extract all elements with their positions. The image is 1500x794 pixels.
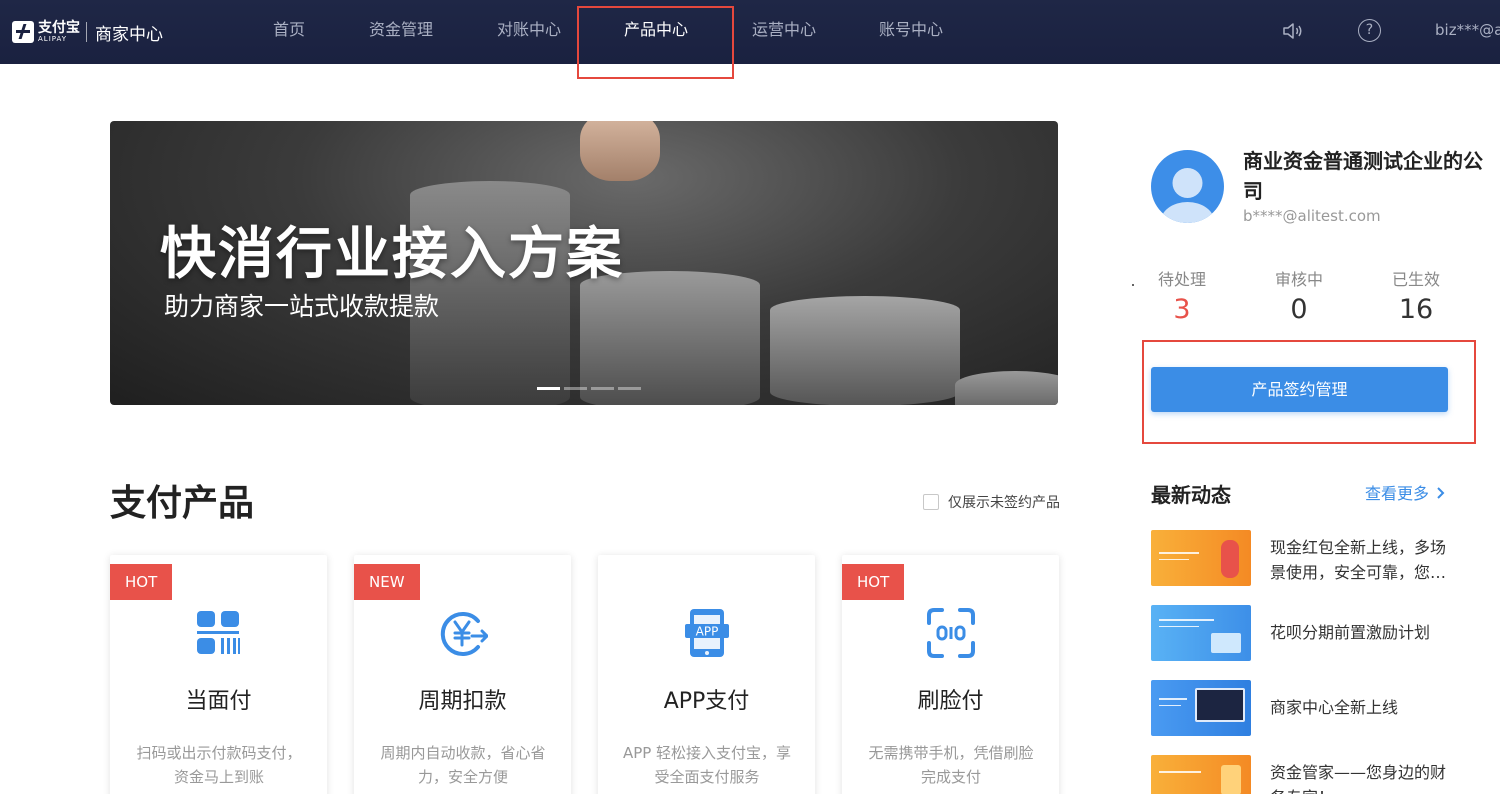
logo[interactable]: 支付宝 ALIPAY 商家中心 <box>12 18 163 46</box>
stat-value-pending[interactable]: 3 <box>1142 294 1222 325</box>
stat-value-reviewing[interactable]: 0 <box>1259 294 1339 325</box>
banner-subtitle: 助力商家一站式收款提款 <box>164 292 440 321</box>
company-name: 商业资金普通测试企业的公司 <box>1243 149 1483 203</box>
company-email: b****@alitest.com <box>1243 207 1381 225</box>
hand-image <box>580 121 660 181</box>
section-title: 支付产品 <box>110 483 255 524</box>
svg-text:APP: APP <box>696 625 719 639</box>
carousel-dot[interactable] <box>591 387 614 390</box>
view-more-label: 查看更多 <box>1365 484 1430 503</box>
nav-highlight-box <box>577 6 734 79</box>
carousel-dot[interactable] <box>618 387 641 390</box>
app-phone-icon: APP <box>685 609 729 657</box>
product-name: APP支付 <box>663 689 750 714</box>
news-thumbnail[interactable] <box>1151 755 1251 794</box>
help-icon[interactable]: ? <box>1358 19 1381 42</box>
user-account-menu[interactable]: biz***@a <box>1435 0 1500 64</box>
stat-label-pending: 待处理 <box>1157 270 1206 289</box>
product-contract-management-button[interactable]: 产品签约管理 <box>1151 367 1448 412</box>
top-nav: 支付宝 ALIPAY 商家中心 首页 资金管理 对账中心 产品中心 运营中心 账… <box>0 0 1500 64</box>
nav-item-operations[interactable]: 运营中心 <box>752 0 816 64</box>
app-title: 商家中心 <box>95 24 163 45</box>
unsigned-only-label[interactable]: 仅展示未签约产品 <box>948 492 1060 512</box>
yuan-cycle-icon <box>440 612 488 656</box>
banner-title: 快消行业接入方案 <box>160 222 624 287</box>
logo-text-cn: 支付宝 <box>38 20 80 36</box>
hot-badge: HOT <box>110 564 173 600</box>
product-name: 周期扣款 <box>418 689 507 714</box>
face-scan-icon <box>927 608 975 658</box>
product-desc: 无需携带手机，凭借刷脸完成支付 <box>868 744 1034 786</box>
news-section-title: 最新动态 <box>1151 483 1231 507</box>
news-thumbnail[interactable] <box>1151 680 1251 736</box>
nav-item-reconciliation[interactable]: 对账中心 <box>497 0 561 64</box>
stat-label-active: 已生效 <box>1391 270 1440 289</box>
coin-stack-image <box>770 296 960 405</box>
avatar[interactable] <box>1151 150 1224 223</box>
user-avatar-icon <box>1160 168 1215 223</box>
product-card[interactable]: HOT 刷脸付 无需携带手机，凭借刷脸完成支付 <box>842 555 1059 794</box>
product-card[interactable]: APP APP支付 APP 轻松接入支付宝，享受全面支付服务 <box>598 555 815 794</box>
stat-label-reviewing: 审核中 <box>1274 270 1323 289</box>
nav-item-account[interactable]: 账号中心 <box>879 0 943 64</box>
news-item[interactable]: 商家中心全新上线 <box>1270 695 1460 720</box>
logo-divider <box>86 22 87 42</box>
qrcode-scan-icon <box>197 611 240 654</box>
chevron-right-icon <box>1437 487 1445 499</box>
product-name: 当面付 <box>185 689 252 714</box>
news-thumbnail[interactable] <box>1151 530 1251 586</box>
product-desc: APP 轻松接入支付宝，享受全面支付服务 <box>622 744 792 786</box>
carousel-indicator <box>537 387 641 390</box>
news-item[interactable]: 现金红包全新上线，多场景使用，安全可靠，您… <box>1270 535 1460 585</box>
news-item[interactable]: 花呗分期前置激励计划 <box>1270 620 1460 645</box>
logo-text-en: ALIPAY <box>38 35 68 43</box>
new-badge: NEW <box>354 564 420 600</box>
coin-stack-image <box>955 371 1058 405</box>
product-card[interactable]: HOT 当面付 扫码或出示付款码支付，资金马上到账 <box>110 555 327 794</box>
promo-banner[interactable]: 快消行业接入方案 助力商家一站式收款提款 <box>110 121 1058 405</box>
speaker-icon[interactable] <box>1281 19 1305 43</box>
coin-stack-image <box>580 271 760 405</box>
nav-item-funds[interactable]: 资金管理 <box>369 0 433 64</box>
product-card[interactable]: NEW 周期扣款 周期内自动收款，省心省力，安全方便 <box>354 555 571 794</box>
product-desc: 周期内自动收款，省心省力，安全方便 <box>380 744 546 786</box>
alipay-logo-icon <box>12 21 34 43</box>
unsigned-only-checkbox[interactable] <box>923 494 939 510</box>
product-name: 刷脸付 <box>917 689 984 714</box>
carousel-dot[interactable] <box>537 387 560 390</box>
news-thumbnail[interactable] <box>1151 605 1251 661</box>
carousel-dot[interactable] <box>564 387 587 390</box>
product-desc: 扫码或出示付款码支付，资金马上到账 <box>136 744 302 786</box>
hot-badge: HOT <box>842 564 905 600</box>
stat-value-active[interactable]: 16 <box>1376 294 1456 325</box>
decorative-dot <box>1132 284 1134 286</box>
nav-item-home[interactable]: 首页 <box>273 0 305 64</box>
view-more-link[interactable]: 查看更多 <box>1365 480 1446 504</box>
news-item[interactable]: 资金管家——您身边的财务专家！ <box>1270 760 1460 794</box>
